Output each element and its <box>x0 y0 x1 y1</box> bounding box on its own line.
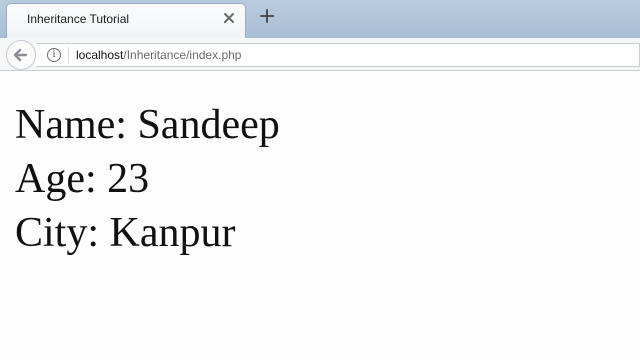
page-content: Name: Sandeep Age: 23 City: Kanpur <box>15 98 280 260</box>
plus-icon[interactable] <box>259 8 275 24</box>
tab-inheritance-tutorial[interactable]: Inheritance Tutorial <box>6 3 246 38</box>
address-bar[interactable]: i localhost/Inheritance/index.php <box>36 43 640 67</box>
info-icon[interactable]: i <box>47 48 61 62</box>
browser-window: Inheritance Tutorial i localhost/Inherit… <box>0 0 640 360</box>
tab-title: Inheritance Tutorial <box>27 12 130 26</box>
tab-strip: Inheritance Tutorial <box>0 0 640 38</box>
url-path: /Inheritance/index.php <box>123 48 242 62</box>
navigation-bar: i localhost/Inheritance/index.php <box>0 38 640 71</box>
city-line: City: Kanpur <box>15 210 236 256</box>
close-icon[interactable] <box>221 10 237 26</box>
name-line: Name: Sandeep <box>15 102 280 148</box>
back-button[interactable] <box>6 40 36 70</box>
arrow-left-icon <box>13 48 28 62</box>
url-divider <box>68 47 69 63</box>
url-host: localhost <box>76 48 124 62</box>
age-line: Age: 23 <box>15 156 150 202</box>
url-text: localhost/Inheritance/index.php <box>76 48 241 62</box>
